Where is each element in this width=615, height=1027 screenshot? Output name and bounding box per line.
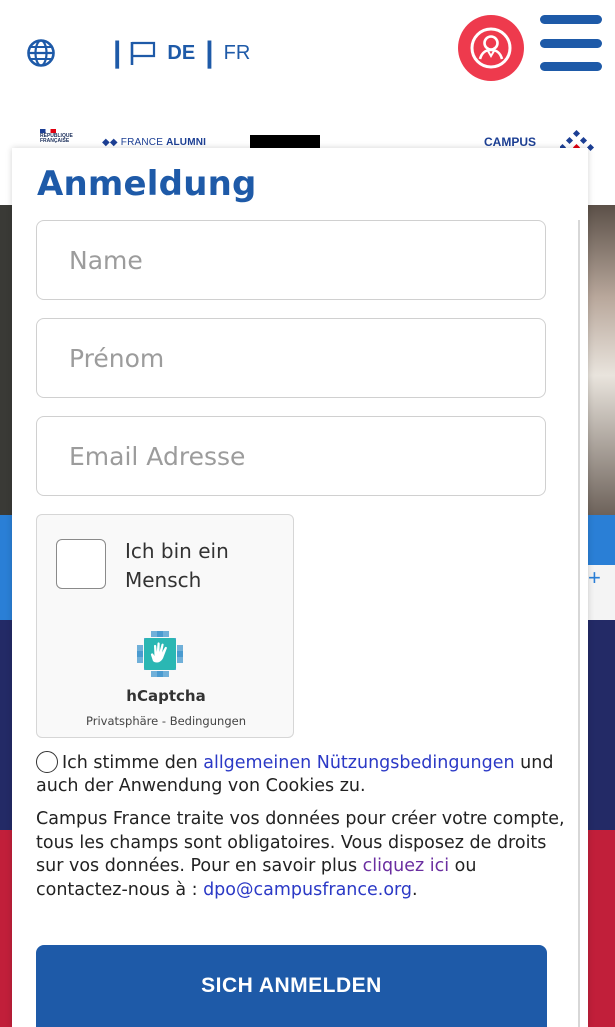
language-switcher: | DE | FR [113, 36, 250, 70]
republique-francaise-logo: RÉPUBLIQUE FRANÇAISE [40, 129, 73, 144]
background-band [588, 830, 615, 1027]
modal-title: Anmeldung [37, 164, 257, 204]
lang-separator: | [205, 36, 214, 69]
privacy-more-link[interactable]: cliquez ici [363, 856, 449, 876]
hamburger-menu-icon[interactable] [540, 15, 602, 71]
background-band [588, 620, 615, 830]
background-band [588, 515, 615, 565]
dpo-email-link[interactable]: dpo@campusfrance.org [203, 880, 412, 900]
user-icon [470, 27, 512, 69]
globe-icon[interactable] [26, 38, 56, 68]
background-photo [588, 205, 615, 515]
top-header: | DE | FR [0, 0, 615, 110]
background-plus: + [588, 565, 615, 620]
terms-text-before: Ich stimme den [62, 753, 204, 773]
hcaptcha-logo-icon [137, 631, 183, 677]
france-alumni-logo: ◆◆ FRANCE ALUMNI [102, 137, 207, 148]
campus-france-logo: CAMPUS [484, 135, 537, 149]
lang-separator: | [113, 36, 122, 69]
terms-checkbox[interactable] [36, 751, 58, 773]
name-field[interactable] [36, 220, 546, 300]
sign-up-button[interactable]: SICH ANMELDEN [36, 945, 547, 1027]
terms-consent: Ich stimme den allgemeinen Nützungsbedin… [36, 751, 556, 798]
account-button[interactable] [458, 15, 524, 81]
terms-link[interactable]: allgemeinen Nützungsbedingungen [203, 753, 514, 773]
hcaptcha-widget: Ich bin ein Mensch hCaptcha Privatsphäre… [36, 514, 294, 738]
login-modal: Anmeldung Ich bin ein Mensch hCaptcha Pr… [12, 148, 588, 1027]
lang-fr-link[interactable]: FR [224, 42, 251, 65]
hcaptcha-terms-link[interactable]: Bedingungen [170, 714, 246, 728]
flag-icon [131, 41, 156, 65]
hcaptcha-links: Privatsphäre - Bedingungen [37, 714, 295, 728]
hcaptcha-link-separator: - [161, 714, 167, 728]
hcaptcha-privacy-link[interactable]: Privatsphäre [86, 714, 158, 728]
modal-scrollbar[interactable] [578, 220, 580, 1027]
background-band [0, 515, 12, 620]
background-band [0, 830, 12, 1027]
email-field[interactable] [36, 416, 546, 496]
privacy-text-end: . [412, 879, 418, 900]
captcha-checkbox[interactable] [56, 539, 106, 589]
privacy-info: Campus France traite vos données pour cr… [36, 808, 566, 902]
background-band [0, 620, 12, 830]
lang-de-link[interactable]: DE [167, 42, 195, 65]
background-photo [0, 205, 12, 515]
captcha-label: Ich bin ein Mensch [125, 539, 229, 592]
hcaptcha-brand: hCaptcha [126, 687, 206, 705]
prenom-field[interactable] [36, 318, 546, 398]
privacy-text: Campus France traite vos données pour cr… [36, 809, 565, 876]
